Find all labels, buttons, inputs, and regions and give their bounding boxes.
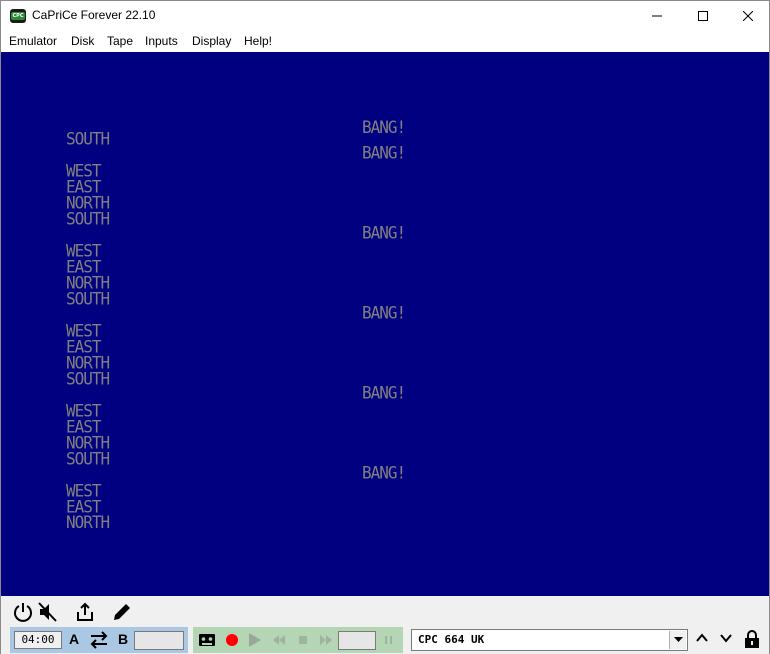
drive-slot[interactable] — [134, 631, 184, 650]
menu-inputs[interactable]: Inputs — [145, 34, 178, 48]
emulator-screen[interactable]: SOUTH WEST EAST NORTH SOUTH WEST EAST NORTH SOUT… — [1, 52, 769, 596]
mute-button[interactable] — [37, 601, 59, 623]
screen-text-line: SOUTH — [66, 448, 110, 469]
stop-icon[interactable] — [295, 632, 311, 648]
menu-help[interactable]: Help! — [244, 34, 272, 48]
rewind-icon[interactable] — [271, 632, 287, 648]
chevron-up-icon[interactable] — [695, 631, 709, 645]
disk-controls: 04:00 A B — [10, 627, 188, 653]
play-icon[interactable] — [247, 632, 263, 648]
toolbar-bottom: 04:00 A B CPC 664 UK — [1, 626, 769, 654]
title-bar[interactable]: CPC CaPriCe Forever 22.10 — [1, 1, 769, 31]
menu-tape[interactable]: Tape — [107, 34, 133, 48]
tape-counter — [338, 631, 376, 650]
close-button[interactable] — [725, 1, 770, 31]
app-logo-text: CPC — [11, 12, 25, 20]
screen-text-line: SOUTH — [66, 288, 110, 309]
dropdown-button[interactable] — [669, 631, 686, 649]
chevron-down-icon — [674, 637, 683, 642]
minimize-button[interactable] — [634, 1, 680, 31]
screen-text-line: NORTH — [66, 512, 110, 533]
screen-text-line: BANG! — [362, 222, 406, 243]
toolbar-top — [1, 596, 769, 626]
drive-b-button[interactable]: B — [118, 631, 128, 647]
power-button[interactable] — [12, 601, 34, 623]
maximize-icon — [698, 11, 708, 21]
screen-text-line: SOUTH — [66, 368, 110, 389]
record-icon[interactable] — [224, 632, 240, 648]
chevron-down-small-icon[interactable] — [719, 631, 733, 645]
app-window: CPC CaPriCe Forever 22.10 Emulator Disk … — [0, 0, 770, 654]
menu-disk[interactable]: Disk — [71, 34, 94, 48]
menu-display[interactable]: Display — [192, 34, 231, 48]
pause-icon[interactable] — [383, 632, 395, 648]
screen-text-line: BANG! — [362, 117, 406, 138]
pen-icon — [114, 604, 130, 620]
screen-text-line: SOUTH — [66, 208, 110, 229]
share-icon — [77, 602, 93, 621]
mute-icon — [38, 602, 57, 622]
share-button[interactable] — [74, 601, 96, 623]
fast-forward-icon[interactable] — [318, 632, 334, 648]
lock-icon[interactable] — [743, 629, 761, 649]
drive-a-button[interactable]: A — [69, 631, 79, 647]
screen-text-line: BANG! — [362, 142, 406, 163]
screen-text-line: SOUTH — [66, 128, 110, 149]
screen-text-line: BANG! — [362, 302, 406, 323]
tape-controls — [193, 627, 403, 653]
menu-emulator[interactable]: Emulator — [9, 34, 57, 48]
cassette-icon[interactable] — [198, 632, 216, 648]
minimize-icon — [652, 15, 662, 17]
maximize-button[interactable] — [680, 1, 726, 31]
swap-drives-icon[interactable] — [89, 631, 109, 649]
power-icon — [14, 603, 32, 622]
screen-text-line: BANG! — [362, 462, 406, 483]
menu-bar: Emulator Disk Tape Inputs Display Help! — [1, 31, 769, 52]
edit-button[interactable] — [111, 601, 133, 623]
screen-text-line: BANG! — [362, 382, 406, 403]
time-display: 04:00 — [14, 631, 62, 649]
cpc-model-value: CPC 664 UK — [418, 633, 485, 646]
close-icon — [743, 11, 753, 21]
app-logo-icon: CPC — [10, 9, 26, 23]
cpc-model-select[interactable]: CPC 664 UK — [411, 629, 688, 651]
window-title: CaPriCe Forever 22.10 — [32, 8, 156, 22]
